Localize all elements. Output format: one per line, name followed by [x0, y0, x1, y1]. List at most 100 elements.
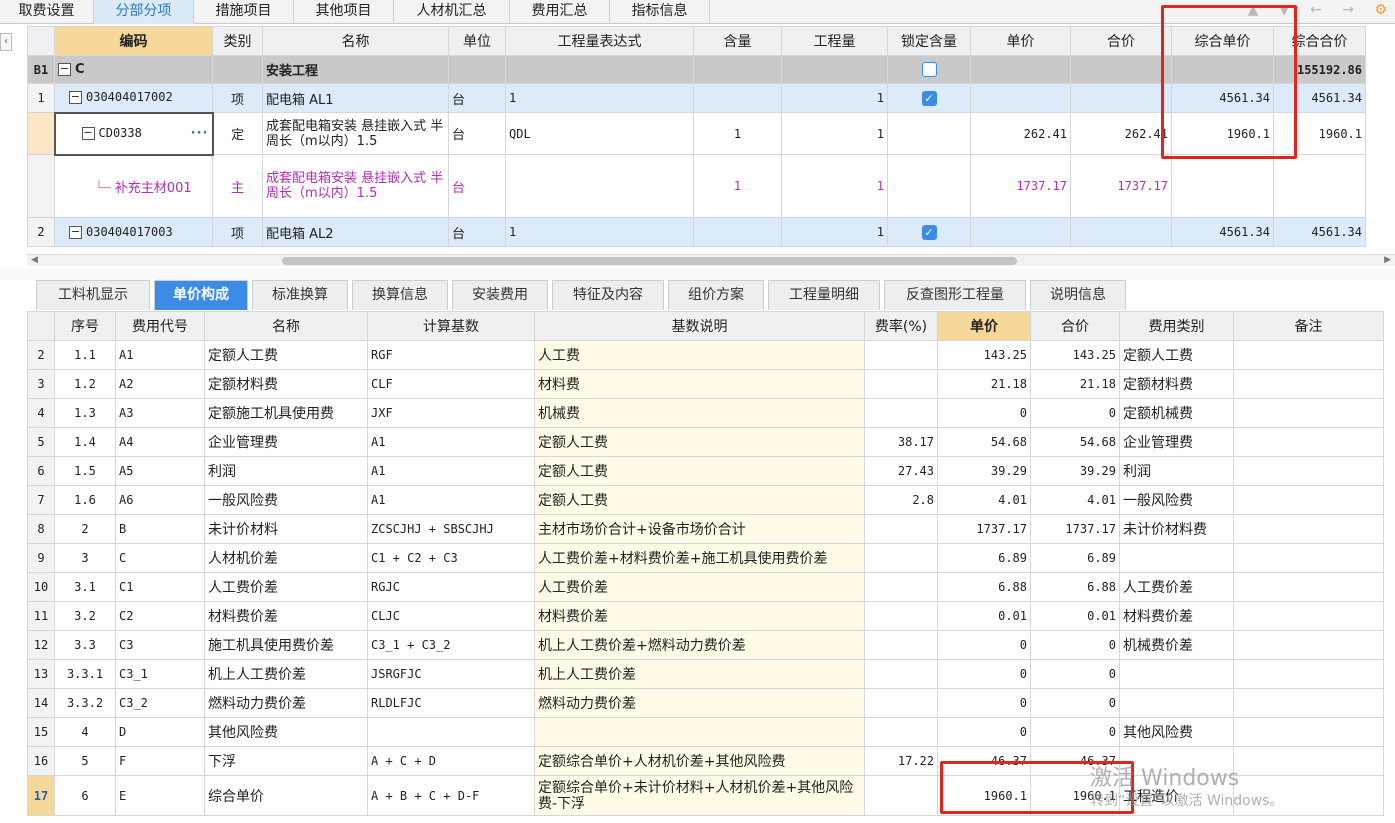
amount-cell[interactable] [1070, 217, 1172, 247]
table-row[interactable]: 11 3.2 C2 材料费价差 CLJC 材料费价差 0.01 0.01 材料费价差 [27, 601, 1384, 631]
arrow-left-icon[interactable]: ← [1310, 2, 1322, 18]
fee-code-cell[interactable]: A2 [115, 369, 205, 399]
amount-cell[interactable]: 1960.1 [1030, 775, 1120, 816]
table-row[interactable]: 13 3.3.1 C3_1 机上人工费价差 JSRGFJC 机上人工费价差 0 0 [27, 659, 1384, 689]
tab-index-info[interactable]: 指标信息 [610, 0, 710, 24]
collapse-tree-icon[interactable]: − [69, 91, 82, 105]
col-header-name[interactable]: 名称 [262, 26, 449, 56]
base-cell[interactable]: A1 [367, 427, 535, 457]
remarks-cell[interactable] [1233, 456, 1384, 486]
col-header-price[interactable]: 单价 [970, 26, 1071, 56]
seq-cell[interactable]: 4 [54, 717, 116, 747]
name-cell[interactable]: 人工费价差 [204, 572, 368, 602]
name-cell[interactable]: 燃料动力费价差 [204, 688, 368, 718]
name-cell[interactable]: 机上人工费价差 [204, 659, 368, 689]
price-cell[interactable] [970, 55, 1071, 84]
unit-cell[interactable] [448, 55, 506, 84]
amount-cell[interactable]: 0 [1030, 630, 1120, 660]
amount-cell[interactable]: 1737.17 [1070, 154, 1172, 218]
base-desc-cell[interactable]: 机上人工费价差 [534, 659, 865, 689]
name-cell[interactable]: 人材机价差 [204, 543, 368, 573]
col-header-fee-code[interactable]: 费用代号 [115, 311, 205, 341]
settings-gear-icon[interactable]: ⚙ [1374, 2, 1387, 18]
base-desc-cell[interactable]: 定额人工费 [534, 485, 865, 515]
amount-cell[interactable]: 54.68 [1030, 427, 1120, 457]
collapse-tree-icon[interactable]: − [69, 225, 82, 239]
col-header-price[interactable]: 单价 [937, 311, 1031, 341]
name-cell[interactable]: 一般风险费 [204, 485, 368, 515]
amount-cell[interactable]: 4.01 [1030, 485, 1120, 515]
remarks-cell[interactable] [1233, 746, 1384, 776]
fee-code-cell[interactable]: A5 [115, 456, 205, 486]
base-cell[interactable]: ZCSCJHJ + SBSCJHJ [367, 514, 535, 544]
price-cell[interactable]: 1737.17 [970, 154, 1071, 218]
lock-content-cell[interactable] [887, 154, 971, 218]
type-cell[interactable]: 项 [212, 83, 263, 113]
rate-cell[interactable] [864, 398, 938, 428]
base-desc-cell[interactable]: 机上人工费价差+燃料动力费价差 [534, 630, 865, 660]
table-row[interactable]: 1 −030404017002 项 配电箱 AL1 台 1 1 ✓ 4561.3… [27, 83, 1366, 113]
fee-code-cell[interactable]: F [115, 746, 205, 776]
total-price-cell[interactable] [1273, 154, 1366, 218]
seq-cell[interactable]: 6 [54, 775, 116, 816]
amount-cell[interactable]: 0.01 [1030, 601, 1120, 631]
code-cell[interactable]: −030404017003 [54, 217, 213, 247]
tab-install-fees[interactable]: 安装费用 [452, 280, 548, 310]
total-price-cell[interactable]: 1960.1 [1273, 112, 1366, 155]
remarks-cell[interactable] [1233, 398, 1384, 428]
price-cell[interactable]: 54.68 [937, 427, 1031, 457]
col-header-unit[interactable]: 单位 [448, 26, 506, 56]
seq-cell[interactable]: 1.5 [54, 456, 116, 486]
remarks-cell[interactable] [1233, 775, 1384, 816]
base-desc-cell[interactable]: 机械费 [534, 398, 865, 428]
price-cell[interactable]: 0 [937, 688, 1031, 718]
fee-code-cell[interactable]: A6 [115, 485, 205, 515]
col-header-seq[interactable]: 序号 [54, 311, 116, 341]
base-cell[interactable]: RGF [367, 340, 535, 370]
category-cell[interactable]: 企业管理费 [1119, 427, 1234, 457]
col-header-remarks[interactable]: 备注 [1233, 311, 1384, 341]
table-row[interactable]: 4 1.3 A3 定额施工机具使用费 JXF 机械费 0 0 定额机械费 [27, 398, 1384, 428]
rate-cell[interactable] [864, 514, 938, 544]
content-cell[interactable] [693, 217, 782, 247]
name-cell[interactable]: 定额人工费 [204, 340, 368, 370]
qty-cell[interactable]: 1 [781, 217, 888, 247]
col-header-amount[interactable]: 合价 [1070, 26, 1172, 56]
seq-cell[interactable]: 2 [54, 514, 116, 544]
expr-cell[interactable] [505, 154, 694, 218]
category-cell[interactable]: 人工费价差 [1119, 572, 1234, 602]
table-row[interactable]: 8 2 B 未计价材料 ZCSCJHJ + SBSCJHJ 主材市场价合计+设备市场价合计… [27, 514, 1384, 544]
seq-cell[interactable]: 3.3 [54, 630, 116, 660]
rate-cell[interactable] [864, 630, 938, 660]
base-desc-cell[interactable]: 主材市场价合计+设备市场价合计 [534, 514, 865, 544]
rate-cell[interactable] [864, 659, 938, 689]
name-cell[interactable]: 企业管理费 [204, 427, 368, 457]
type-cell[interactable]: 定 [212, 112, 263, 155]
unit-price-total-cell[interactable]: 4561.34 [1171, 217, 1274, 247]
price-cell[interactable]: 46.37 [937, 746, 1031, 776]
amount-cell[interactable]: 21.18 [1030, 369, 1120, 399]
base-desc-cell[interactable]: 定额综合单价+未计价材料+人材机价差+其他风险费-下浮 [534, 775, 865, 816]
price-cell[interactable] [970, 217, 1071, 247]
remarks-cell[interactable] [1233, 340, 1384, 370]
col-header-amount[interactable]: 合价 [1030, 311, 1120, 341]
base-cell[interactable]: A1 [367, 456, 535, 486]
name-cell[interactable]: 配电箱 AL2 [262, 217, 449, 247]
base-cell[interactable]: A + C + D [367, 746, 535, 776]
expr-cell[interactable]: 1 [505, 217, 694, 247]
col-header-content[interactable]: 含量 [693, 26, 782, 56]
more-options-icon[interactable]: ··· [191, 126, 209, 141]
unit-price-total-cell[interactable]: 1960.1 [1171, 112, 1274, 155]
scroll-right-icon[interactable]: ▶ [1384, 255, 1391, 265]
col-header-name[interactable]: 名称 [204, 311, 368, 341]
fee-code-cell[interactable]: C3_1 [115, 659, 205, 689]
category-cell[interactable]: 一般风险费 [1119, 485, 1234, 515]
code-cell-editing[interactable]: − CD0338 ··· [53, 111, 214, 156]
tab-unit-price-composition[interactable]: 单价构成 [154, 280, 248, 310]
col-header-base-desc[interactable]: 基数说明 [534, 311, 865, 341]
category-cell[interactable]: 其他风险费 [1119, 717, 1234, 747]
tab-measures[interactable]: 措施项目 [194, 0, 294, 24]
base-desc-cell[interactable] [534, 717, 865, 747]
name-cell[interactable]: 安装工程 [262, 55, 449, 84]
remarks-cell[interactable] [1233, 630, 1384, 660]
